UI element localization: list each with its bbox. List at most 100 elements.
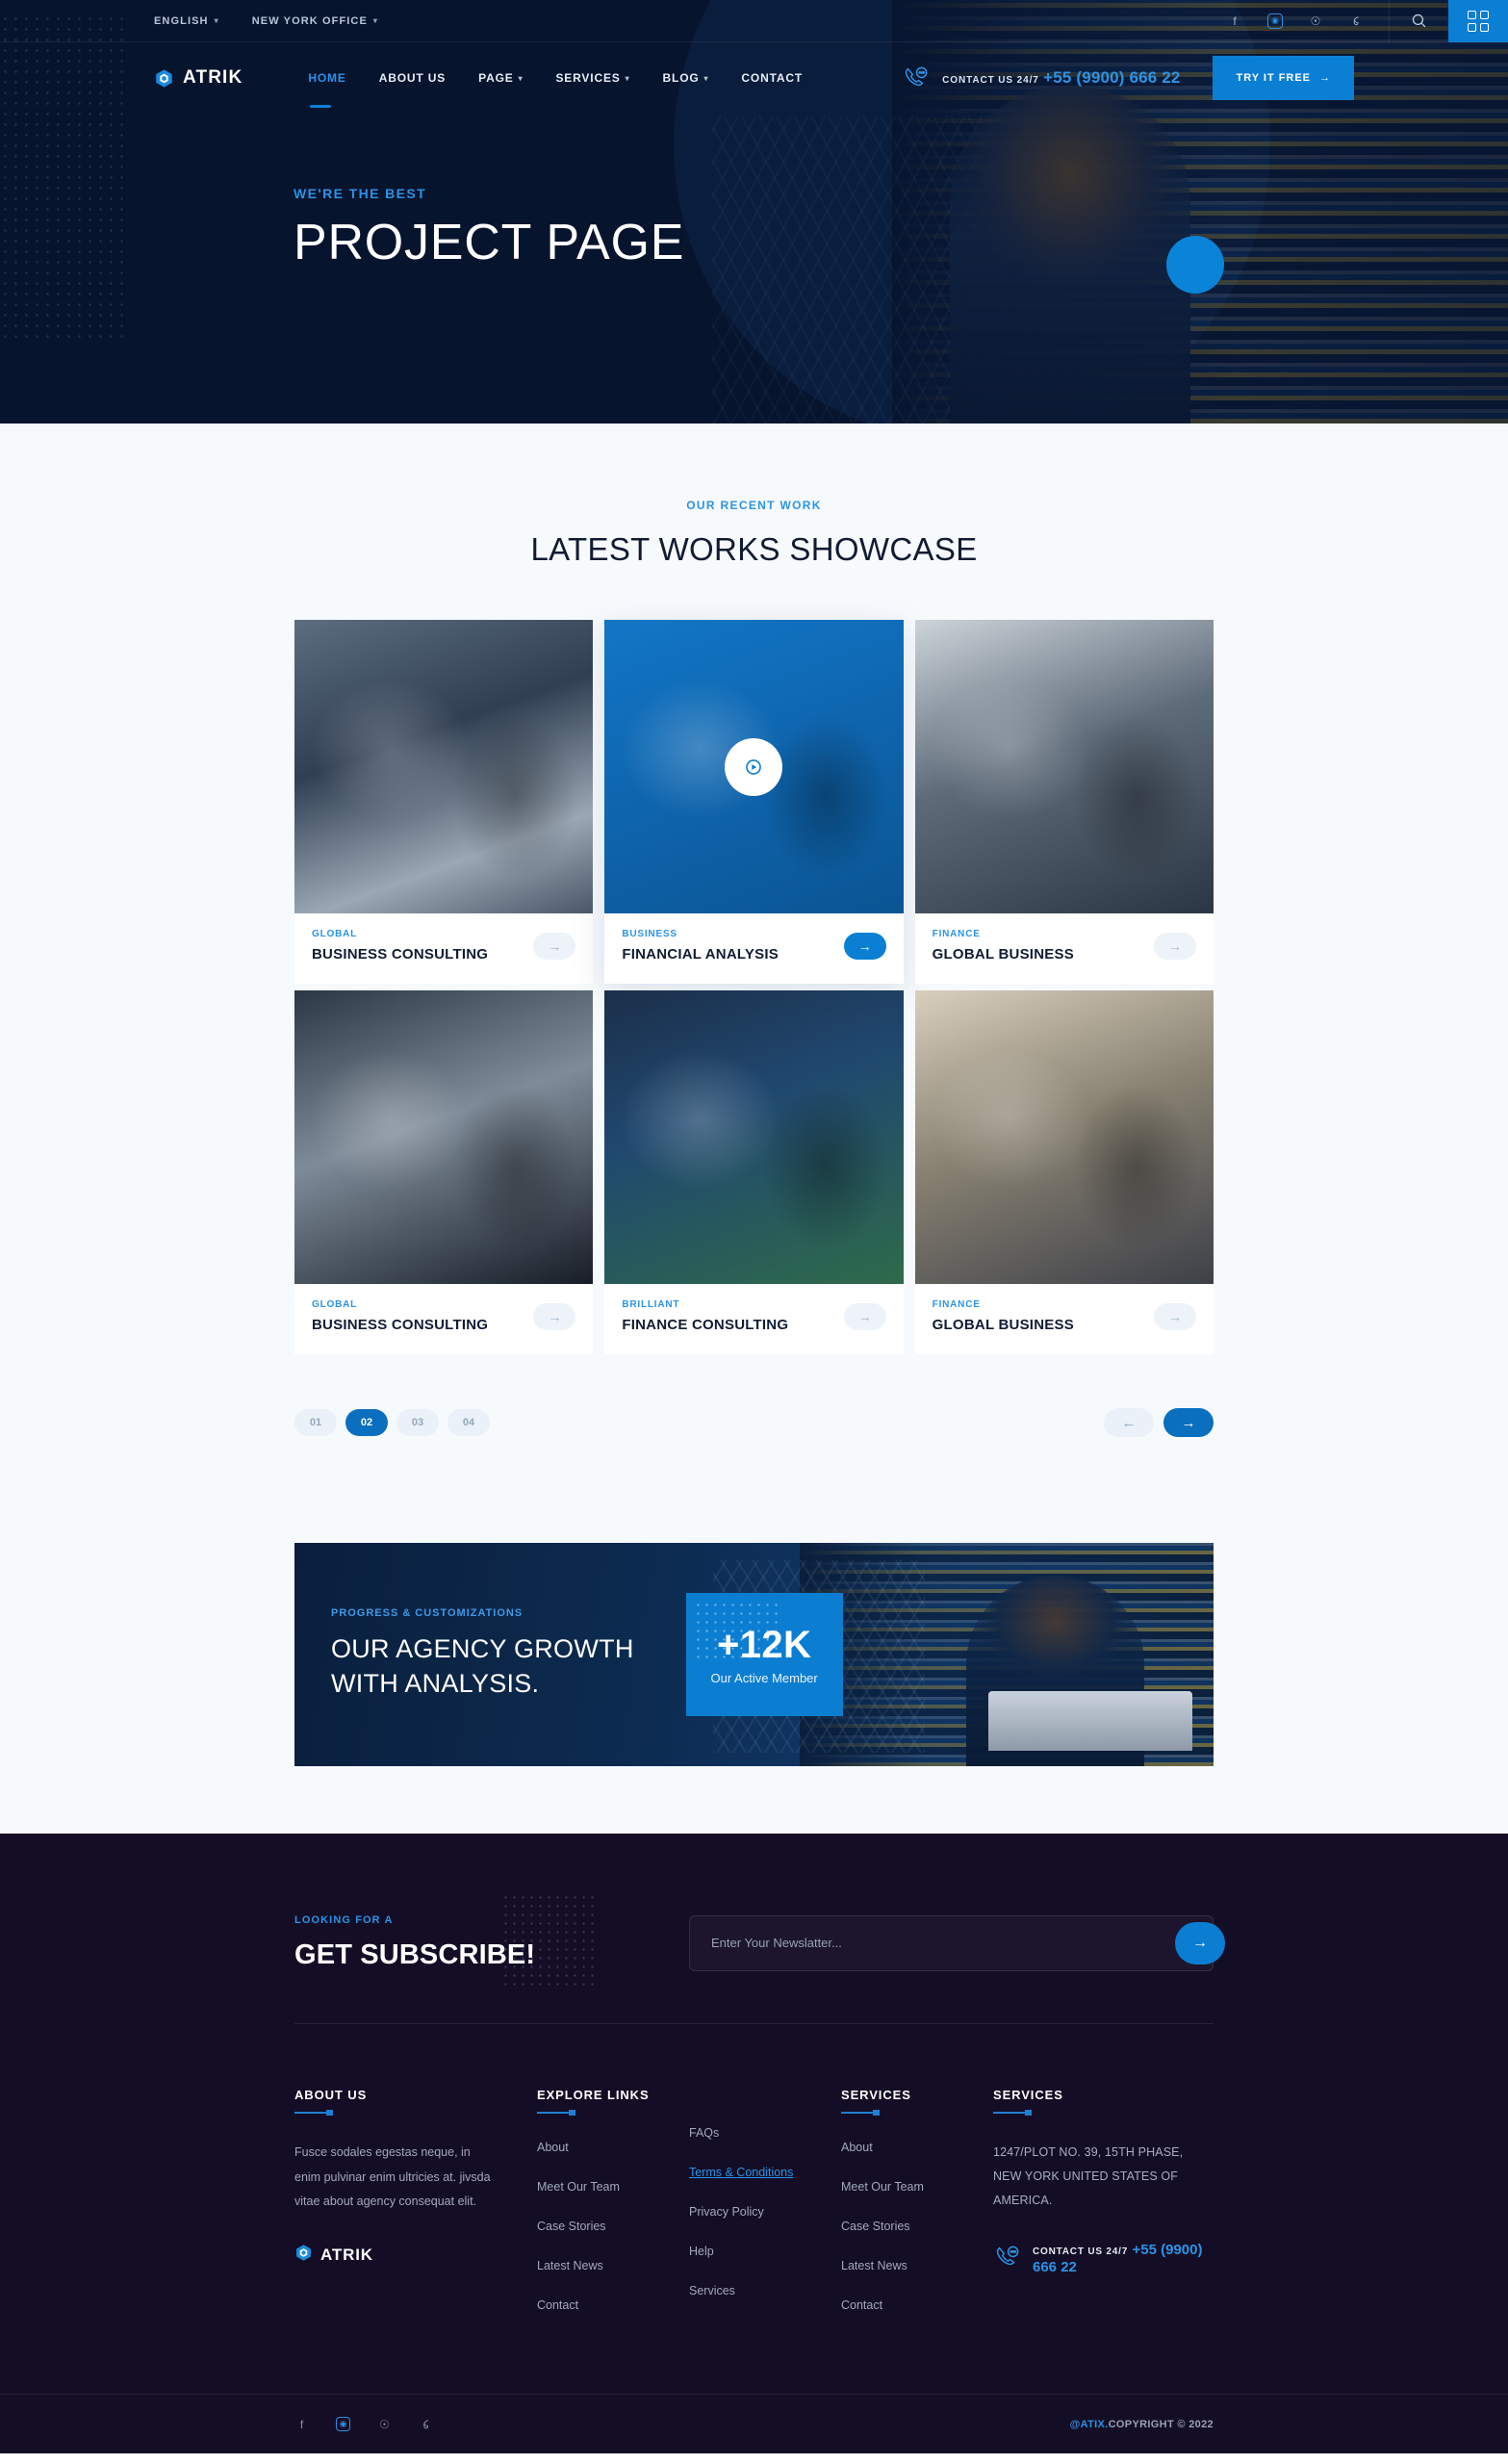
page-title: PROJECT PAGE <box>294 215 685 270</box>
footer-link-meet-our-team[interactable]: Meet Our Team <box>841 2180 993 2194</box>
prev-slide-button[interactable]: ← <box>1104 1408 1154 1437</box>
footer-link-contact[interactable]: Contact <box>537 2298 689 2312</box>
work-card-body: FINANCE GLOBAL BUSINESS → <box>915 913 1214 984</box>
work-arrow-button[interactable]: → <box>533 1302 576 1330</box>
next-slide-button[interactable]: → <box>1163 1408 1214 1437</box>
nav-item-services[interactable]: SERVICES ▾ <box>555 62 629 94</box>
video-play-icon[interactable] <box>725 737 783 796</box>
office-label: NEW YORK OFFICE <box>251 14 368 27</box>
nav-item-home[interactable]: HOME <box>308 62 345 108</box>
newsletter-input[interactable] <box>690 1936 1213 1950</box>
footer-about-text: Fusce sodales egestas neque, in enim pul… <box>294 2145 491 2209</box>
try-it-free-button[interactable]: TRY IT FREE → <box>1213 56 1354 100</box>
footer-link-case-stories[interactable]: Case Stories <box>537 2220 689 2233</box>
footer-link-privacy-policy[interactable]: Privacy Policy <box>689 2205 841 2219</box>
footer-columns: ABOUT US Fusce sodales egestas neque, in… <box>294 2024 1214 2394</box>
work-arrow-button[interactable]: → <box>843 1302 886 1330</box>
chevron-down-icon: ▾ <box>372 16 379 25</box>
facebook-icon[interactable]: f <box>294 2417 309 2431</box>
arrow-right-icon: → <box>857 937 872 954</box>
works-pagination: 01 02 03 04 ← → <box>294 1408 1214 1437</box>
footer-contact[interactable]: CONTACT US 24/7 +55 (9900) 666 22 <box>993 2242 1214 2276</box>
footer-link-latest-news[interactable]: Latest News <box>537 2259 689 2272</box>
footer-bottom-bar: f ◉ ☉ ᱔ @ATIX.COPYRIGHT © 2022 <box>0 2394 1508 2453</box>
footer-heading-underline <box>841 2110 880 2116</box>
instagram-icon[interactable]: ◉ <box>336 2417 350 2431</box>
footer-brand-logo[interactable]: ATRIK <box>294 2244 537 2267</box>
footer-link-help[interactable]: Help <box>689 2245 841 2258</box>
header-contact-text: CONTACT US 24/7 +55 (9900) 666 22 <box>942 68 1180 88</box>
try-it-free-label: TRY IT FREE <box>1236 72 1311 84</box>
nav-item-blog[interactable]: BLOG ▾ <box>663 62 709 94</box>
pinterest-icon[interactable]: ☉ <box>377 2417 392 2431</box>
footer-social-links: f ◉ ☉ ᱔ <box>294 2417 433 2431</box>
work-thumbnail <box>294 620 594 913</box>
nav-label: CONTACT <box>741 71 804 85</box>
banner-laptop-image <box>988 1691 1192 1751</box>
facebook-icon[interactable]: f <box>1227 13 1242 29</box>
nav-item-contact[interactable]: CONTACT <box>741 62 803 94</box>
search-button[interactable] <box>1389 0 1448 42</box>
work-card-text: BUSINESS FINANCIAL ANALYSIS <box>622 929 779 962</box>
nav-item-page[interactable]: PAGE ▾ <box>478 62 523 94</box>
work-card[interactable]: FINANCE GLOBAL BUSINESS → <box>914 620 1214 984</box>
footer-link-contact[interactable]: Contact <box>841 2298 993 2312</box>
header-contact[interactable]: CONTACT US 24/7 +55 (9900) 666 22 <box>902 64 1180 92</box>
copyright-brand: @ATIX. <box>1069 2418 1109 2430</box>
page-number-02[interactable]: 02 <box>345 1409 388 1436</box>
footer-link-meet-our-team[interactable]: Meet Our Team <box>537 2180 689 2194</box>
work-category: FINANCE <box>932 929 981 939</box>
chevron-down-icon: ▾ <box>703 73 709 83</box>
work-category: GLOBAL <box>312 1299 358 1310</box>
work-card-body: GLOBAL BUSINESS CONSULTING → <box>294 1284 593 1354</box>
language-selector[interactable]: ENGLISH ▾ <box>154 15 219 27</box>
banner-heading: OUR AGENCY GROWTH WITH ANALYSIS. <box>331 1632 634 1701</box>
nav-item-about-us[interactable]: ABOUT US <box>379 62 446 94</box>
work-card[interactable]: GLOBAL BUSINESS CONSULTING → <box>294 620 594 984</box>
footer-link-case-stories[interactable]: Case Stories <box>841 2220 993 2233</box>
footer-link-about[interactable]: About <box>537 2141 689 2154</box>
footer-link-services[interactable]: Services <box>689 2284 841 2297</box>
work-card[interactable]: FINANCE GLOBAL BUSINESS → <box>914 990 1214 1354</box>
office-selector[interactable]: NEW YORK OFFICE ▾ <box>252 15 378 27</box>
work-arrow-button[interactable]: → <box>533 932 576 960</box>
footer-link-faqs[interactable]: FAQs <box>689 2126 841 2140</box>
behance-icon[interactable]: ᱔ <box>1348 13 1364 29</box>
footer-link-terms-conditions[interactable]: Terms & Conditions <box>689 2166 841 2179</box>
work-arrow-button[interactable]: → <box>1154 932 1196 960</box>
footer-address: 1247/PLOT NO. 39, 15TH PHASE, NEW YORK U… <box>993 2145 1184 2207</box>
footer-column-contact: SERVICES 1247/PLOT NO. 39, 15TH PHASE, N… <box>993 2088 1214 2338</box>
behance-icon[interactable]: ᱔ <box>419 2417 433 2431</box>
top-utility-bar: ENGLISH ▾ NEW YORK OFFICE ▾ f ◉ ☉ ᱔ <box>0 0 1508 42</box>
hero-section: ENGLISH ▾ NEW YORK OFFICE ▾ f ◉ ☉ ᱔ ATRI… <box>0 0 1508 424</box>
footer-link-latest-news[interactable]: Latest News <box>841 2259 993 2272</box>
page-number-01[interactable]: 01 <box>294 1409 337 1436</box>
footer-link-about[interactable]: About <box>841 2141 993 2154</box>
footer-heading: EXPLORE LINKS <box>537 2088 650 2102</box>
work-card[interactable]: BUSINESS FINANCIAL ANALYSIS → <box>604 620 904 984</box>
page-number-03[interactable]: 03 <box>396 1409 439 1436</box>
work-card[interactable]: GLOBAL BUSINESS CONSULTING → <box>294 990 594 1354</box>
footer-contact-label: CONTACT US 24/7 <box>1033 2246 1129 2257</box>
growth-banner: PROGRESS & CUSTOMIZATIONS OUR AGENCY GRO… <box>294 1543 1214 1766</box>
grid-menu-button[interactable] <box>1448 0 1508 42</box>
work-arrow-button[interactable]: → <box>843 932 886 960</box>
instagram-icon[interactable]: ◉ <box>1267 13 1283 29</box>
site-footer: LOOKING FOR A GET SUBSCRIBE! → ABOUT US … <box>0 1834 1508 2453</box>
work-arrow-button[interactable]: → <box>1154 1302 1196 1330</box>
work-card-body: BUSINESS FINANCIAL ANALYSIS → <box>604 913 903 984</box>
atrik-logo-icon <box>154 68 174 89</box>
newsletter-submit-button[interactable]: → <box>1175 1921 1225 1964</box>
work-title: BUSINESS CONSULTING <box>312 946 489 962</box>
brand-logo[interactable]: ATRIK <box>154 67 243 89</box>
subscribe-kicker: LOOKING FOR A <box>294 1914 394 1926</box>
page-number-04[interactable]: 04 <box>447 1409 490 1436</box>
work-card-text: GLOBAL BUSINESS CONSULTING <box>312 1299 488 1333</box>
pinterest-icon[interactable]: ☉ <box>1308 13 1323 29</box>
newsletter-form: → <box>689 1914 1225 1971</box>
work-card[interactable]: BRILLIANT FINANCE CONSULTING → <box>604 990 904 1354</box>
main-navbar: ATRIK HOME ABOUT US PAGE ▾ SERVICES ▾ BL… <box>0 42 1508 114</box>
subscribe-copy: LOOKING FOR A GET SUBSCRIBE! <box>294 1914 535 1971</box>
work-category: BRILLIANT <box>622 1299 680 1310</box>
work-card-text: GLOBAL BUSINESS CONSULTING <box>312 929 488 962</box>
